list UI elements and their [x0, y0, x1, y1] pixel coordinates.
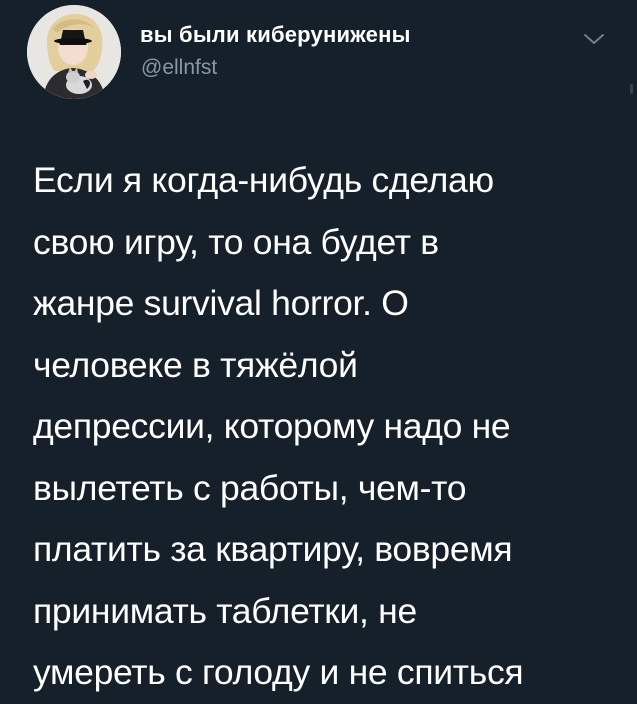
author-display-name[interactable]: вы были киберунижены: [140, 22, 411, 48]
author-avatar[interactable]: [27, 5, 121, 99]
tweet-text: Если я когда-нибудь сделаю свою игру, то…: [33, 160, 524, 692]
scrollbar-mark: [630, 84, 633, 94]
tweet: вы были киберунижены @ellnfst Если я ког…: [0, 0, 637, 692]
chevron-down-icon[interactable]: [580, 28, 608, 50]
avatar-photo-icon: [27, 5, 121, 99]
author-handle[interactable]: @ellnfst: [141, 56, 217, 80]
